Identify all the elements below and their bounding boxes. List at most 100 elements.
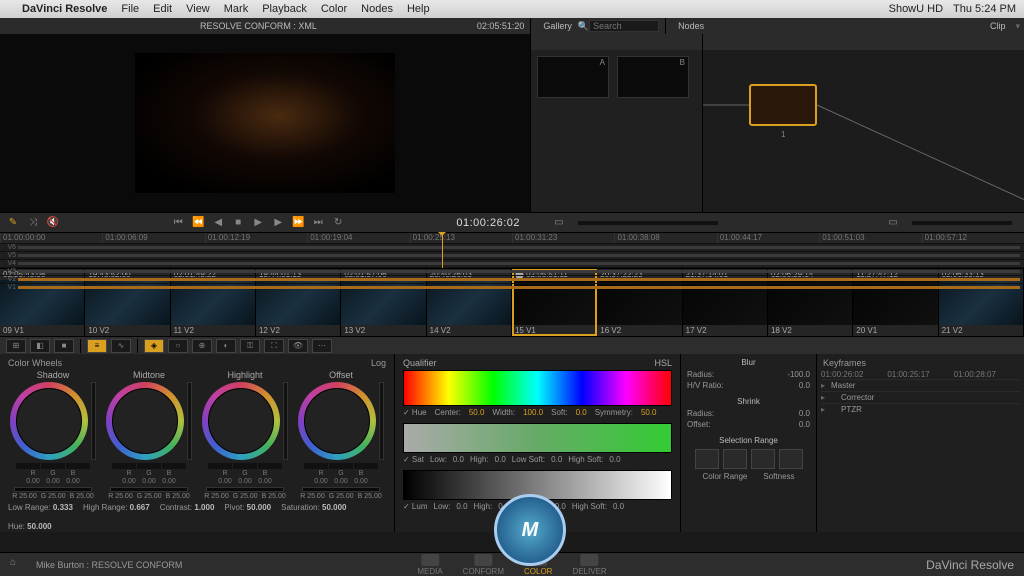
- menu-playback[interactable]: Playback: [262, 3, 307, 15]
- tab-tracker[interactable]: ⊕: [192, 339, 212, 353]
- playhead[interactable]: [442, 233, 443, 268]
- track-V5[interactable]: [18, 254, 1020, 257]
- app-menu[interactable]: DaVinci Resolve: [22, 3, 107, 15]
- kf-corrector[interactable]: Corrector: [831, 393, 874, 402]
- wheel-offset-y[interactable]: [379, 382, 384, 460]
- qualifier-mode[interactable]: HSL: [654, 358, 672, 368]
- page-deliver[interactable]: DELIVER: [572, 554, 606, 576]
- gallery-still-b[interactable]: B: [617, 56, 689, 98]
- wheel-param[interactable]: Low Range: 0.333: [8, 503, 73, 512]
- step-fwd-icon[interactable]: ▶: [271, 216, 285, 230]
- wheel-offset[interactable]: [298, 382, 376, 460]
- tab-window[interactable]: ○: [168, 339, 188, 353]
- node-1[interactable]: [749, 84, 817, 126]
- tab-blur[interactable]: ◐: [216, 339, 236, 353]
- tab-stereo[interactable]: 👁: [288, 339, 308, 353]
- page-conform[interactable]: CONFORM: [463, 554, 504, 576]
- tab-color-match[interactable]: ◧: [30, 339, 50, 353]
- nodes-mode[interactable]: Clip: [984, 21, 1012, 31]
- prev-clip-icon[interactable]: ⏪: [191, 216, 205, 230]
- next-clip-icon[interactable]: ⏩: [291, 216, 305, 230]
- blur-hv[interactable]: 0.0: [799, 381, 810, 390]
- gallery-slider[interactable]: [578, 221, 718, 225]
- menu-color[interactable]: Color: [321, 3, 347, 15]
- viewer[interactable]: [0, 34, 530, 212]
- bypass-icon[interactable]: ✎: [6, 216, 20, 230]
- wheel-param[interactable]: Pivot: 50.000: [224, 503, 271, 512]
- project-user: Mike Burton : RESOLVE CONFORM: [36, 560, 182, 570]
- node-editor[interactable]: 1: [702, 34, 1024, 212]
- home-icon[interactable]: ⌂: [10, 557, 26, 573]
- nodes-slider[interactable]: [912, 221, 1012, 225]
- wheel-shadow-master[interactable]: [14, 487, 92, 492]
- picker-soft-icon[interactable]: [751, 449, 775, 469]
- wheel-highlight-y[interactable]: [283, 382, 288, 460]
- hue-check[interactable]: ✓ Hue: [403, 408, 427, 417]
- wheel-highlight-master[interactable]: [206, 487, 284, 492]
- shrink-radius[interactable]: 0.0: [799, 409, 810, 418]
- kf-master[interactable]: Master: [831, 381, 855, 390]
- track-V4[interactable]: [18, 262, 1020, 265]
- wheel-param[interactable]: Saturation: 50.000: [281, 503, 346, 512]
- mini-timeline[interactable]: 01:00:00:0001:00:06:0901:00:12:1901:00:1…: [0, 232, 1024, 268]
- page-media[interactable]: MEDIA: [417, 554, 442, 576]
- track-V2[interactable]: [18, 278, 1020, 281]
- picker-sub-icon[interactable]: [723, 449, 747, 469]
- wheel-shadow[interactable]: [10, 382, 88, 460]
- timeline-title[interactable]: RESOLVE CONFORM : XML: [200, 21, 317, 31]
- wheel-midtone[interactable]: [106, 382, 184, 460]
- menu-mark[interactable]: Mark: [224, 3, 248, 15]
- track-V6[interactable]: [18, 246, 1020, 249]
- tab-sizing[interactable]: ⛶: [264, 339, 284, 353]
- sat-strip[interactable]: [403, 423, 672, 453]
- wheel-highlight[interactable]: [202, 382, 280, 460]
- menu-help[interactable]: Help: [407, 3, 430, 15]
- step-back-icon[interactable]: ◀: [211, 216, 225, 230]
- track-V3[interactable]: [18, 270, 1020, 273]
- lum-check[interactable]: ✓ Lum: [403, 502, 428, 511]
- blur-radius[interactable]: -100.0: [787, 370, 810, 379]
- tab-key[interactable]: ⚿: [240, 339, 260, 353]
- wheel-param[interactable]: High Range: 0.667: [83, 503, 150, 512]
- mute-icon[interactable]: 🔇: [46, 216, 60, 230]
- track-V1[interactable]: [18, 286, 1020, 289]
- shrink-offset[interactable]: 0.0: [799, 420, 810, 429]
- expand-icon[interactable]: ▸: [821, 405, 831, 414]
- shuffle-icon[interactable]: ⤨: [26, 216, 40, 230]
- menu-view[interactable]: View: [186, 3, 210, 15]
- tab-qualifier[interactable]: ◈: [144, 339, 164, 353]
- tab-data[interactable]: ⋯: [312, 339, 332, 353]
- menu-file[interactable]: File: [121, 3, 139, 15]
- picker-add-icon[interactable]: [695, 449, 719, 469]
- wheel-param[interactable]: Contrast: 1.000: [160, 503, 215, 512]
- brand-label: DaVinci Resolve: [926, 558, 1014, 572]
- play-icon[interactable]: ▶: [251, 216, 265, 230]
- wheel-midtone-master[interactable]: [110, 487, 188, 492]
- picker-invert-icon[interactable]: [779, 449, 803, 469]
- hue-strip[interactable]: [403, 370, 672, 406]
- loop-icon[interactable]: ↻: [331, 216, 345, 230]
- wheels-mode[interactable]: Log: [371, 358, 386, 368]
- kf-ptzr[interactable]: PTZR: [831, 405, 862, 414]
- gallery-still-a[interactable]: A: [537, 56, 609, 98]
- menu-edit[interactable]: Edit: [153, 3, 172, 15]
- matte-finesse-panel: BlurRadius:-100.0H/V Ratio:0.0 ShrinkRad…: [681, 354, 817, 532]
- wheel-shadow-y[interactable]: [91, 382, 96, 460]
- menu-nodes[interactable]: Nodes: [361, 3, 393, 15]
- wheel-param[interactable]: Hue: 50.000: [8, 522, 52, 531]
- tab-color-wheels[interactable]: ■: [54, 339, 74, 353]
- expand-icon[interactable]: ▸: [821, 381, 831, 390]
- tab-primaries[interactable]: ≡: [87, 339, 107, 353]
- wheel-midtone-y[interactable]: [187, 382, 192, 460]
- tab-camera-raw[interactable]: ⊞: [6, 339, 26, 353]
- first-frame-icon[interactable]: ⏮: [171, 216, 185, 230]
- gallery-sub-icon[interactable]: ▭: [552, 216, 566, 230]
- nodes-sub-icon[interactable]: ▭: [886, 216, 900, 230]
- gallery-search[interactable]: [589, 20, 659, 32]
- stop-icon[interactable]: ■: [231, 216, 245, 230]
- sat-check[interactable]: ✓ Sat: [403, 455, 424, 464]
- tab-curves[interactable]: ∿: [111, 339, 131, 353]
- expand-icon[interactable]: ▸: [821, 393, 831, 402]
- last-frame-icon[interactable]: ⏭: [311, 216, 325, 230]
- wheel-offset-master[interactable]: [302, 487, 380, 492]
